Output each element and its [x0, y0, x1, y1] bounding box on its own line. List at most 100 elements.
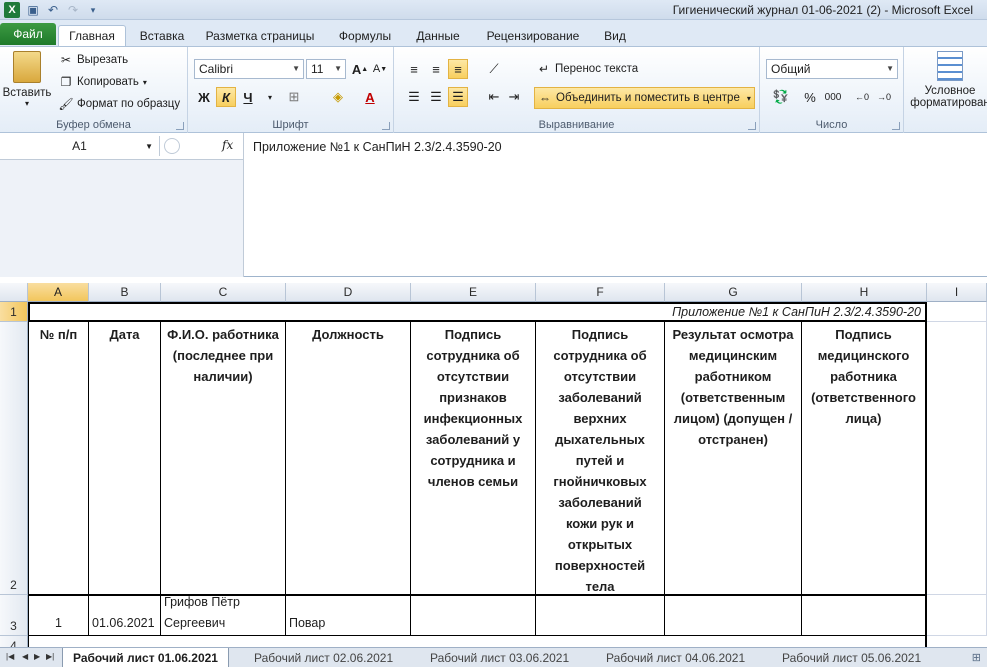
cell-a1[interactable]: Приложение №1 к СанПиН 2.3/2.4.3590-20	[28, 302, 927, 322]
row-header-2[interactable]: 2	[0, 322, 28, 595]
header-cell-signature-skin[interactable]: Подпись сотрудника об отсутствии заболев…	[536, 322, 665, 595]
italic-button[interactable]: К	[216, 87, 236, 107]
tab-formulas[interactable]: Формулы	[330, 25, 400, 46]
clipboard-launcher-icon[interactable]	[176, 122, 184, 130]
redo-icon[interactable]: ↷	[66, 3, 80, 17]
column-header-e[interactable]: E	[411, 283, 536, 302]
number-launcher-icon[interactable]	[892, 122, 900, 130]
currency-icon[interactable]: 💱	[766, 87, 796, 107]
column-header-a[interactable]: A	[28, 283, 89, 302]
worksheet-grid[interactable]: A B C D E F G H I 1 2 3 4 Приложение №1 …	[0, 283, 987, 647]
merge-center-button[interactable]: ⇔ Объединить и поместить в центре ▾	[534, 87, 755, 109]
wrap-text-button[interactable]: ↵ Перенос текста	[536, 61, 638, 77]
insert-sheet-icon[interactable]: ⊞	[972, 651, 981, 664]
header-cell-medic-signature[interactable]: Подпись медицинского работника (ответств…	[802, 322, 927, 595]
undo-icon[interactable]: ↶	[46, 3, 60, 17]
save-icon[interactable]: ▣	[26, 3, 40, 17]
chevron-down-icon[interactable]: ▾	[260, 87, 280, 107]
prev-sheet-icon[interactable]: ◀	[22, 652, 28, 661]
align-center-icon[interactable]: ☰	[426, 87, 446, 107]
percent-button[interactable]: %	[800, 87, 820, 107]
column-header-d[interactable]: D	[286, 283, 411, 302]
sheet-tab-5[interactable]: Рабочий лист 05.06.2021	[772, 648, 931, 667]
cell-e3[interactable]	[411, 595, 536, 636]
cell-g3[interactable]	[665, 595, 802, 636]
sheet-tab-3[interactable]: Рабочий лист 03.06.2021	[420, 648, 579, 667]
fx-icon[interactable]: fx	[222, 138, 233, 152]
align-top-icon[interactable]: ≡	[404, 59, 424, 79]
paste-button[interactable]: Вставить ▾	[3, 51, 51, 108]
increase-decimal-icon[interactable]: ←0	[852, 87, 872, 107]
decrease-indent-icon[interactable]: ⇤	[484, 87, 504, 107]
cell-c3[interactable]: Грифов Пётр Сергеевич	[161, 595, 286, 636]
cell-a3[interactable]: 1	[28, 595, 89, 636]
increase-indent-icon[interactable]: ⇥	[504, 87, 524, 107]
first-sheet-icon[interactable]: |◀	[6, 652, 14, 661]
sheet-tab-2[interactable]: Рабочий лист 02.06.2021	[244, 648, 403, 667]
borders-icon[interactable]: ⊞	[284, 87, 304, 107]
select-all-corner[interactable]	[0, 283, 28, 302]
header-cell-number[interactable]: № п/п	[28, 322, 89, 595]
font-launcher-icon[interactable]	[382, 122, 390, 130]
column-header-c[interactable]: C	[161, 283, 286, 302]
formula-input[interactable]: Приложение №1 к СанПиН 2.3/2.4.3590-20	[253, 140, 502, 154]
cut-button[interactable]: ✂ Вырезать	[58, 52, 128, 68]
font-name-combo[interactable]: Calibri ▼	[194, 59, 304, 79]
column-header-h[interactable]: H	[802, 283, 927, 302]
font-size-combo[interactable]: 11 ▼	[306, 59, 346, 79]
sheet-tab-1[interactable]: Рабочий лист 01.06.2021	[62, 648, 229, 667]
row-4-cells[interactable]	[28, 636, 927, 647]
conditional-formatting-button[interactable]: Условное форматирован	[910, 51, 987, 109]
header-cell-date[interactable]: Дата	[89, 322, 161, 595]
cell-i3[interactable]	[927, 595, 987, 636]
row-header-4[interactable]: 4	[0, 636, 28, 647]
column-header-b[interactable]: B	[89, 283, 161, 302]
header-cell-position[interactable]: Должность	[286, 322, 411, 595]
column-header-f[interactable]: F	[536, 283, 665, 302]
next-sheet-icon[interactable]: ▶	[34, 652, 40, 661]
sheet-tab-4[interactable]: Рабочий лист 04.06.2021	[596, 648, 755, 667]
customize-qat-icon[interactable]: ▾	[86, 3, 100, 17]
last-sheet-icon[interactable]: ▶|	[46, 652, 54, 661]
column-header-i[interactable]: I	[927, 283, 987, 302]
cell-h3[interactable]	[802, 595, 927, 636]
tab-insert[interactable]: Вставка	[132, 25, 192, 46]
tab-home[interactable]: Главная	[58, 25, 126, 46]
bold-button[interactable]: Ж	[194, 87, 214, 107]
align-right-icon[interactable]: ☰	[448, 87, 468, 107]
align-middle-icon[interactable]: ≡	[426, 59, 446, 79]
alignment-launcher-icon[interactable]	[748, 122, 756, 130]
decrease-decimal-icon[interactable]: →0	[874, 87, 894, 107]
tab-view[interactable]: Вид	[595, 25, 635, 46]
formula-input-area[interactable]	[243, 133, 987, 277]
grow-font-icon[interactable]: A ▲	[350, 59, 370, 79]
row-header-1[interactable]: 1	[0, 302, 28, 322]
header-cell-signature-infection[interactable]: Подпись сотрудника об отсутствии признак…	[411, 322, 536, 595]
cell-f3[interactable]	[536, 595, 665, 636]
orientation-icon[interactable]: ⟋	[484, 59, 504, 79]
cell-i2[interactable]	[927, 322, 987, 595]
font-color-icon[interactable]: A	[360, 87, 380, 107]
tab-page-layout[interactable]: Разметка страницы	[200, 25, 320, 46]
cell-b3[interactable]: 01.06.2021	[89, 595, 161, 636]
copy-button[interactable]: ❐ Копировать ▾	[58, 74, 147, 90]
align-bottom-icon[interactable]: ≡	[448, 59, 468, 79]
cell-d3[interactable]: Повар	[286, 595, 411, 636]
name-box[interactable]: A1 ▼	[0, 136, 160, 156]
cell-i1[interactable]	[927, 302, 987, 322]
tab-file[interactable]: Файл	[0, 23, 56, 45]
formula-bar-handle-icon[interactable]	[164, 138, 180, 154]
column-header-g[interactable]: G	[665, 283, 802, 302]
row-header-3[interactable]: 3	[0, 595, 28, 636]
header-cell-fio[interactable]: Ф.И.О. работника (последнее при наличии)	[161, 322, 286, 595]
header-cell-exam-result[interactable]: Результат осмотра медицинским работником…	[665, 322, 802, 595]
underline-button[interactable]: Ч	[238, 87, 258, 107]
tab-data[interactable]: Данные	[408, 25, 468, 46]
thousands-button[interactable]: 000	[820, 87, 846, 107]
shrink-font-icon[interactable]: A ▼	[370, 59, 390, 79]
number-format-combo[interactable]: Общий ▼	[766, 59, 898, 79]
fill-color-icon[interactable]: ◈	[328, 87, 348, 107]
format-painter-button[interactable]: 🖌 Формат по образцу	[58, 96, 180, 112]
align-left-icon[interactable]: ☰	[404, 87, 424, 107]
tab-review[interactable]: Рецензирование	[478, 25, 588, 46]
